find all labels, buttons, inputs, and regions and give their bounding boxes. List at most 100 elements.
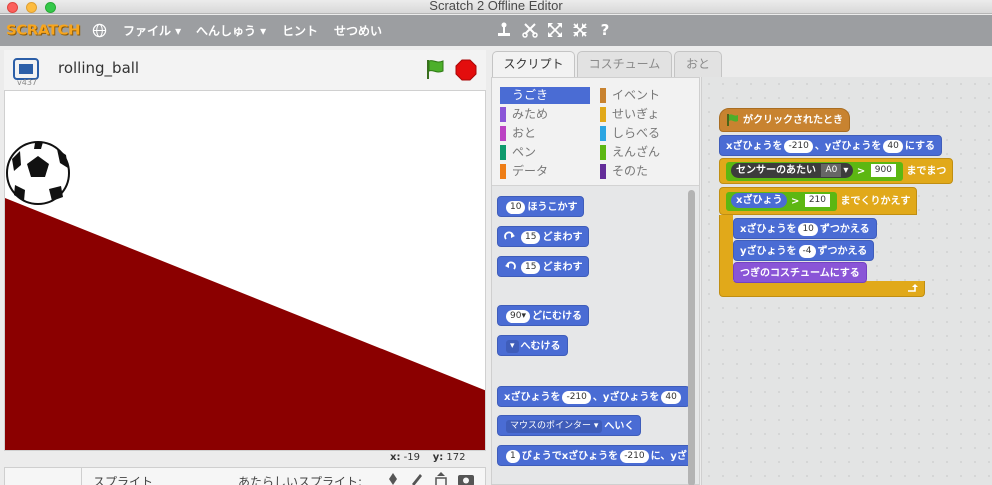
tab-scripts[interactable]: スクリプト <box>492 51 575 78</box>
tab-sounds[interactable]: おと <box>674 51 722 77</box>
category-motion[interactable]: うごき <box>500 87 590 104</box>
loop-arrow-icon <box>908 284 918 292</box>
category-control[interactable]: せいぎょ <box>600 106 690 123</box>
mouse-y-label: y: <box>432 452 444 463</box>
block-label: xざひょうを <box>504 392 561 403</box>
change-y-input[interactable]: -4 <box>798 244 816 258</box>
stage-scene <box>5 141 485 450</box>
mouse-x-label: x: <box>390 452 401 463</box>
block-label: どまわす <box>542 232 583 243</box>
glide-seconds-input[interactable]: 1 <box>506 449 520 463</box>
repeat-until-header[interactable]: xざひょう > 210 までくりかえす <box>719 187 918 215</box>
sprites-label: スプライト <box>93 475 154 485</box>
language-globe-icon[interactable] <box>92 23 107 38</box>
camera-icon[interactable] <box>457 471 475 485</box>
x-position-reporter[interactable]: xざひょう <box>731 193 788 208</box>
block-wait-until[interactable]: センサーのあたい A0 ▾ > 900 までまつ <box>719 158 954 184</box>
block-label: までまつ <box>906 166 947 177</box>
towards-dropdown[interactable]: ▾ <box>506 339 519 353</box>
grow-icon[interactable] <box>546 21 564 39</box>
block-turn-right[interactable]: 15 どまわす <box>497 226 590 247</box>
set-x-input[interactable]: -210 <box>784 139 813 153</box>
block-label: xざひょうを <box>740 224 797 235</box>
menu-bar: SCRATCH ファイル ▾ へんしゅう ▾ ヒント せつめい ? <box>0 15 992 46</box>
block-move-steps[interactable]: 10 ほうこかす <box>497 196 585 217</box>
green-flag-icon[interactable] <box>424 58 446 80</box>
soccer-ball-sprite[interactable] <box>6 141 70 205</box>
category-data[interactable]: データ <box>500 163 590 180</box>
block-point-towards[interactable]: ▾ へむける <box>497 335 568 356</box>
mouse-y-value: 172 <box>446 452 466 463</box>
menu-file[interactable]: ファイル ▾ <box>123 22 181 39</box>
block-change-x[interactable]: xざひょうを 10 ずつかえる <box>733 218 877 239</box>
shrink-icon[interactable] <box>571 21 589 39</box>
category-more-blocks[interactable]: そのた <box>600 163 690 180</box>
block-change-y[interactable]: yざひょうを -4 ずつかえる <box>733 240 875 261</box>
block-label: yざひょうを <box>740 246 797 257</box>
sensor-port-dropdown[interactable]: A0 <box>821 163 842 177</box>
presentation-mode-icon[interactable] <box>13 58 39 80</box>
direction-dropdown[interactable]: 90▾ <box>506 309 530 323</box>
stage-canvas[interactable] <box>4 90 486 451</box>
delete-scissors-icon[interactable] <box>521 21 539 39</box>
tab-costumes[interactable]: コスチューム <box>577 51 672 77</box>
goto-target-dropdown[interactable]: マウスのポインター ▾ <box>506 419 603 433</box>
greater-than-operator[interactable]: xざひょう > 210 <box>726 191 837 211</box>
menu-tips[interactable]: ヒント <box>282 22 318 39</box>
scratch-logo[interactable]: SCRATCH <box>6 22 81 38</box>
block-label: 、yざひょうを <box>814 141 882 152</box>
block-when-flag-clicked[interactable]: がクリックされたとき <box>719 108 850 132</box>
block-help-icon[interactable]: ? <box>596 21 614 39</box>
block-label: どまわす <box>542 262 583 273</box>
block-go-to-xy[interactable]: xざひょうを -210 、yざひょうを 40 にする <box>719 135 942 156</box>
greater-than-operator[interactable]: センサーのあたい A0 ▾ > 900 <box>726 161 903 181</box>
block-next-costume[interactable]: つぎのコスチュームにする <box>733 262 867 283</box>
editor-window: Scratch 2 Offline Editor SCRATCH ファイル ▾ … <box>0 0 992 485</box>
block-label: ずつかえる <box>819 224 870 235</box>
block-repeat-until[interactable]: xざひょう > 210 までくりかえす xざひょうを 10 ずつかえる yざひょうを… <box>719 187 926 299</box>
turn-left-degrees-input[interactable]: 15 <box>521 260 541 274</box>
menu-about[interactable]: せつめい <box>334 22 382 39</box>
goto-x-input[interactable]: -210 <box>562 390 591 404</box>
category-looks[interactable]: みため <box>500 106 590 123</box>
sensor-threshold-input[interactable]: 900 <box>870 164 896 177</box>
set-y-input[interactable]: 40 <box>883 139 903 153</box>
block-label: に、yざ <box>650 451 687 462</box>
category-pen[interactable]: ペン <box>500 144 590 161</box>
category-events[interactable]: イベント <box>600 87 690 104</box>
greater-than-symbol: > <box>790 195 800 207</box>
sprite-pane-divider <box>81 468 82 485</box>
mouse-x-value: -19 <box>403 452 420 463</box>
change-x-input[interactable]: 10 <box>798 222 818 236</box>
sensor-value-reporter[interactable]: センサーのあたい A0 ▾ <box>731 163 854 178</box>
scripts-area[interactable]: がクリックされたとき xざひょうを -210 、yざひょうを 40 にする センサーのあ… <box>701 77 992 485</box>
block-glide[interactable]: 1 びょうでxざひょうを -210 に、yざ <box>497 445 694 466</box>
category-sound[interactable]: おと <box>500 125 590 142</box>
category-operators[interactable]: えんざん <box>600 144 690 161</box>
goto-y-input[interactable]: 40 <box>661 390 681 404</box>
upload-sprite-icon[interactable] <box>433 471 449 485</box>
category-list: うごき みため おと ペン データ イベント せいぎょ しらべる えんざん その… <box>492 78 699 186</box>
choose-sprite-icon[interactable] <box>385 471 401 485</box>
move-steps-input[interactable]: 10 <box>506 200 526 214</box>
repeat-until-arm <box>719 215 733 281</box>
red-slope <box>5 198 485 450</box>
category-sensing[interactable]: しらべる <box>600 125 690 142</box>
stop-sign-icon[interactable] <box>455 59 477 81</box>
turn-right-degrees-input[interactable]: 15 <box>521 230 541 244</box>
block-label: がクリックされたとき <box>743 115 843 126</box>
paint-sprite-icon[interactable] <box>409 471 425 485</box>
block-point-direction[interactable]: 90▾ どにむける <box>497 305 589 326</box>
block-label: へむける <box>520 341 561 352</box>
project-title[interactable]: rolling_ball <box>58 59 139 77</box>
x-limit-input[interactable]: 210 <box>804 194 830 207</box>
glide-x-input[interactable]: -210 <box>620 449 649 463</box>
menu-edit[interactable]: へんしゅう ▾ <box>196 22 266 39</box>
block-go-to-target[interactable]: マウスのポインター ▾ へいく <box>497 415 642 436</box>
block-turn-left[interactable]: 15 どまわす <box>497 256 590 277</box>
mouse-coordinates: x: -19 y: 172 <box>390 452 466 463</box>
block-go-to-xy[interactable]: xざひょうを -210 、yざひょうを 40 <box>497 386 690 407</box>
title-bar: Scratch 2 Offline Editor <box>0 0 992 14</box>
palette-scrollbar[interactable] <box>688 190 695 485</box>
duplicate-stamp-icon[interactable] <box>495 21 513 39</box>
